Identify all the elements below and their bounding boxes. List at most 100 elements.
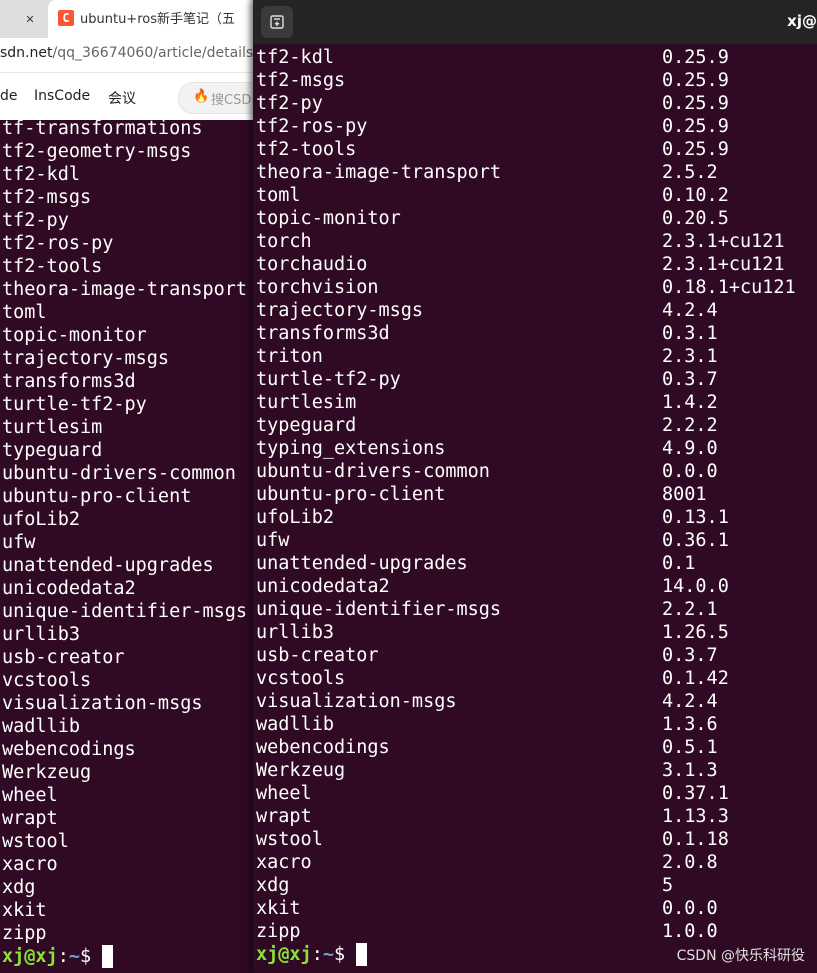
package-name: tf2-tools	[256, 139, 357, 160]
package-name: ubuntu-pro-client	[256, 484, 446, 505]
bg-terminal-line: theora-image-transport	[2, 279, 248, 300]
package-name: unicodedata2	[256, 576, 390, 597]
package-name: theora-image-transport	[256, 162, 502, 183]
package-version: 0.1	[662, 553, 696, 574]
package-version: 0.37.1	[662, 783, 729, 804]
package-version: 0.25.9	[662, 139, 729, 160]
terminal-headerbar: xj@	[253, 0, 817, 44]
package-version: 0.0.0	[662, 898, 718, 919]
package-name: wheel	[256, 783, 312, 804]
background-terminal: tf-transformations tf2-geometry-msgs tf2-k…	[0, 120, 255, 973]
prompt-separator: :	[311, 944, 323, 965]
prompt-path: ~	[322, 944, 334, 965]
package-version: 2.0.8	[662, 852, 718, 873]
package-version: 2.3.1+cu121	[662, 254, 785, 275]
package-name: urllib3	[256, 622, 334, 643]
text-cursor	[102, 945, 114, 968]
package-version: 0.3.7	[662, 369, 718, 390]
prompt-symbol: $	[333, 944, 357, 965]
package-name: torch	[256, 231, 312, 252]
browser-tab-title: ubuntu+ros新手笔记（五	[80, 12, 235, 27]
bg-terminal-line: webencodings	[2, 739, 136, 760]
package-version: 0.20.5	[662, 208, 729, 229]
package-name: Werkzeug	[256, 760, 346, 781]
terminal-window[interactable]: xj@ tf2-kdl 0.25.9 tf2-msgs 0.25.9 tf2-py 0.2…	[253, 0, 817, 973]
prompt-user: xj@xj	[256, 944, 312, 965]
url-host: sdn.net	[0, 45, 53, 61]
package-name: triton	[256, 346, 323, 367]
bg-terminal-line: xdg	[2, 877, 36, 898]
package-name: tf2-ros-py	[256, 116, 368, 137]
package-version: 0.18.1+cu121	[662, 277, 796, 298]
package-name: unique-identifier-msgs	[256, 599, 502, 620]
package-version: 8001	[662, 484, 707, 505]
package-version: 2.2.1	[662, 599, 718, 620]
prompt-symbol: $	[79, 946, 103, 967]
bg-terminal-line: tf2-kdl	[2, 164, 80, 185]
site-nav: de InsCode 会议 🔥 搜CSD	[0, 74, 300, 120]
bg-terminal-line: usb-creator	[2, 647, 125, 668]
package-name: ubuntu-drivers-common	[256, 461, 490, 482]
package-version: 0.25.9	[662, 93, 729, 114]
bg-terminal-line: wheel	[2, 785, 58, 806]
bg-terminal-line: unattended-upgrades	[2, 555, 214, 576]
bg-terminal-line: topic-monitor	[2, 325, 147, 346]
package-version: 0.1.42	[662, 668, 729, 689]
package-version: 2.3.1+cu121	[662, 231, 785, 252]
package-version: 1.4.2	[662, 392, 718, 413]
prompt-user: xj@xj	[2, 946, 58, 967]
bg-terminal-line: xacro	[2, 854, 58, 875]
package-name: ufw	[256, 530, 290, 551]
package-version: 2.3.1	[662, 346, 718, 367]
prompt-line[interactable]: xj@xj:~$	[256, 943, 368, 966]
browser-tab[interactable]: C ubuntu+ros新手笔记（五	[48, 0, 255, 38]
package-name: tf2-msgs	[256, 70, 346, 91]
package-name: visualization-msgs	[256, 691, 457, 712]
package-version: 3.1.3	[662, 760, 718, 781]
nav-link-de[interactable]: de	[0, 88, 18, 104]
package-name: xacro	[256, 852, 312, 873]
package-version: 0.36.1	[662, 530, 729, 551]
bg-terminal-line: unicodedata2	[2, 578, 136, 599]
terminal-output[interactable]: tf2-kdl 0.25.9 tf2-msgs 0.25.9 tf2-py 0.25.9 t…	[253, 44, 817, 973]
nav-link-inscode[interactable]: InsCode	[34, 88, 90, 104]
package-name: torchvision	[256, 277, 379, 298]
package-name: wrapt	[256, 806, 312, 827]
bg-terminal-line: tf2-msgs	[2, 187, 92, 208]
new-tab-button[interactable]	[261, 6, 293, 38]
browser-window: ✕ C ubuntu+ros新手笔记（五 sdn.net/qq_36674060…	[0, 0, 300, 120]
bg-terminal-line: turtlesim	[2, 417, 103, 438]
bg-terminal-line: tf-transformations	[2, 120, 203, 139]
package-version: 2.5.2	[662, 162, 718, 183]
text-cursor	[356, 943, 368, 966]
package-version: 0.0.0	[662, 461, 718, 482]
package-name: topic-monitor	[256, 208, 401, 229]
bg-terminal-line: visualization-msgs	[2, 693, 203, 714]
package-version: 0.1.18	[662, 829, 729, 850]
package-version: 1.0.0	[662, 921, 718, 942]
package-version: 4.2.4	[662, 691, 718, 712]
bg-terminal-line: vcstools	[2, 670, 92, 691]
package-name: toml	[256, 185, 301, 206]
package-name: turtlesim	[256, 392, 357, 413]
prompt-path: ~	[68, 946, 80, 967]
browser-tabstrip: ✕ C ubuntu+ros新手笔记（五	[0, 0, 255, 38]
bg-terminal-line: unique-identifier-msgs	[2, 601, 248, 622]
bg-terminal-line: transforms3d	[2, 371, 136, 392]
package-name: unattended-upgrades	[256, 553, 468, 574]
package-name: typeguard	[256, 415, 357, 436]
package-version: 0.10.2	[662, 185, 729, 206]
bg-terminal-line: wstool	[2, 831, 69, 852]
package-name: wadllib	[256, 714, 334, 735]
package-name: tf2-kdl	[256, 47, 334, 68]
search-placeholder: 搜CSD	[211, 93, 252, 108]
window-title: xj@	[787, 12, 817, 30]
package-version: 0.25.9	[662, 70, 729, 91]
close-icon[interactable]: ✕	[20, 9, 40, 29]
bg-terminal-line: toml	[2, 302, 47, 323]
new-tab-icon	[270, 15, 284, 29]
address-bar[interactable]: sdn.net/qq_36674060/article/details	[0, 38, 255, 73]
nav-link-meeting[interactable]: 会议	[108, 88, 136, 108]
package-name: transforms3d	[256, 323, 390, 344]
bg-terminal-line: tf2-ros-py	[2, 233, 114, 254]
